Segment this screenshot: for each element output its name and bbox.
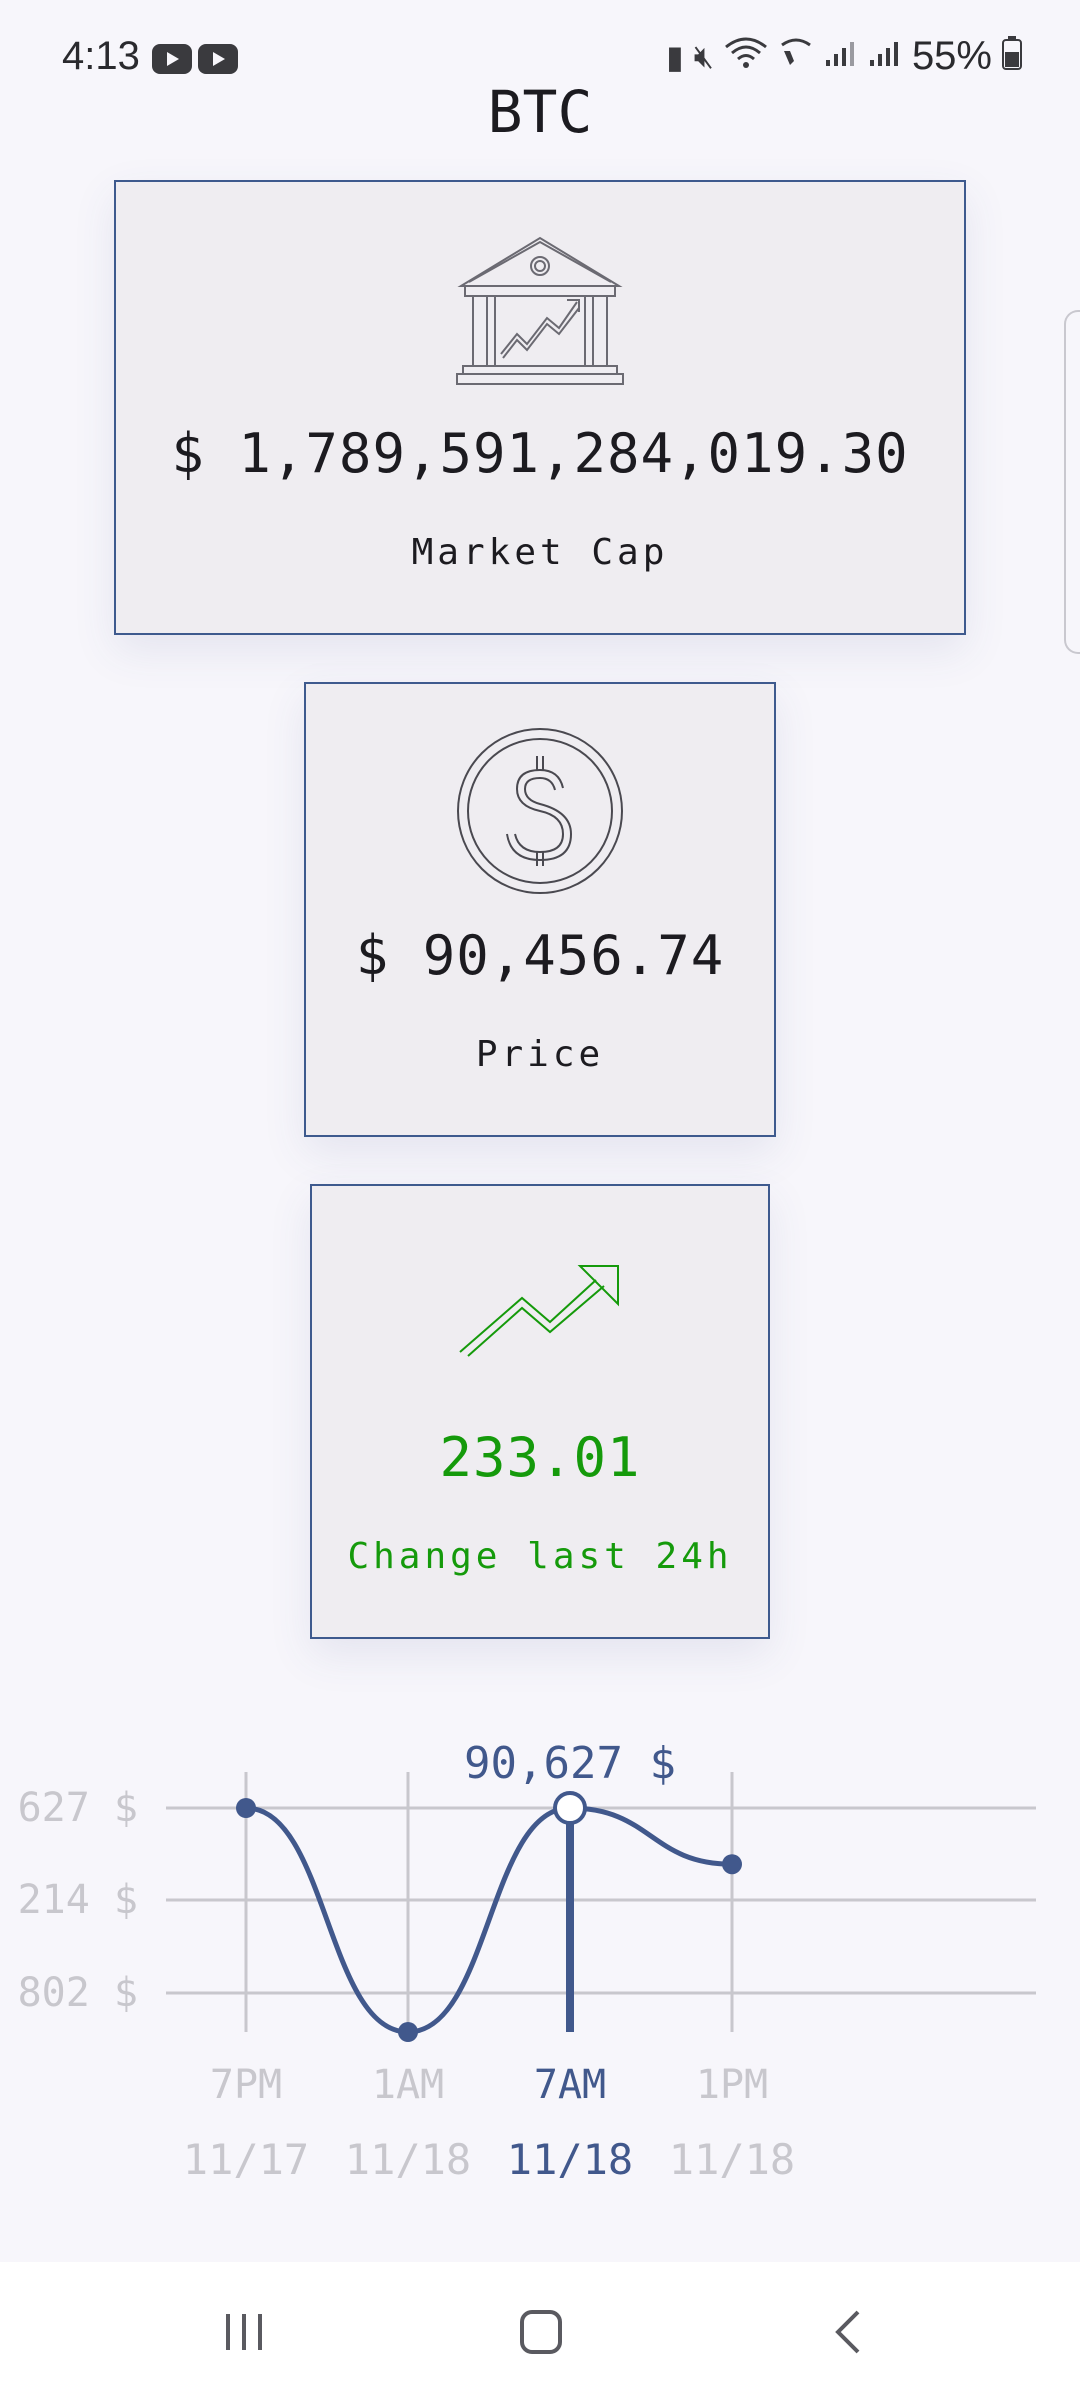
- x-tick-time-label: 7PM: [210, 2062, 282, 2108]
- recent-apps-icon[interactable]: [214, 2302, 274, 2362]
- x-tick-time-label: 1AM: [372, 2062, 444, 2108]
- battery-icon: [1002, 35, 1022, 78]
- x-tick-time-label: 1PM: [696, 2062, 768, 2108]
- youtube-notification-icon: [198, 44, 238, 74]
- bank-chart-icon: [456, 236, 624, 385]
- selected-value-label: 90,627 $: [464, 1738, 676, 1789]
- trending-up-icon: [459, 1265, 619, 1357]
- battery-percent: 55%: [911, 34, 992, 78]
- price-card: $ 90,456.74 Price: [304, 682, 776, 1137]
- price-value: $ 90,456.74: [355, 924, 725, 987]
- change-card: 233.01 Change last 24h: [310, 1184, 770, 1639]
- page-title: BTC: [487, 78, 593, 146]
- market-cap-label: Market Cap: [411, 532, 669, 573]
- market-cap-value: $ 1,789,591,284,019.30: [171, 422, 909, 485]
- youtube-notification-icon: [152, 44, 192, 74]
- selected-data-point: [553, 1791, 587, 1825]
- edge-panel-handle[interactable]: [1064, 310, 1080, 654]
- wifi-icon: [724, 37, 768, 77]
- x-tick-date-label: 11/18: [507, 2135, 633, 2184]
- signal-icon: [824, 38, 858, 76]
- back-icon[interactable]: [820, 2302, 880, 2362]
- change-value: 233.01: [439, 1426, 641, 1489]
- data-point: [236, 1798, 256, 1818]
- x-tick-time-label: 7AM: [534, 2062, 606, 2108]
- y-tick-label: 214 $: [18, 1877, 138, 1923]
- market-cap-card: $ 1,789,591,284,019.30 Market Cap: [114, 180, 966, 635]
- data-point: [722, 1854, 742, 1875]
- price-label: Price: [475, 1034, 605, 1075]
- status-time: 4:13: [62, 34, 140, 78]
- y-tick-label: 627 $: [18, 1785, 138, 1831]
- mute-icon: 🔇︎: [693, 37, 714, 74]
- x-tick-date-label: 11/18: [345, 2135, 471, 2184]
- x-tick-date-label: 11/17: [183, 2135, 309, 2184]
- change-label: Change last 24h: [347, 1536, 733, 1577]
- home-icon[interactable]: [510, 2302, 570, 2362]
- price-chart-svg[interactable]: 627 $ 214 $ 802 $ 90,627 $ 7PM 11/17 1AM 11/18 7…: [0, 1680, 1080, 2200]
- y-tick-label: 802 $: [18, 1970, 138, 2016]
- wifi-calling-icon: [778, 37, 814, 77]
- status-icons: ▮ 🔇︎ 55%: [666, 34, 1022, 79]
- price-line: [245, 1805, 733, 2035]
- data-point: [398, 2022, 418, 2042]
- dollar-coin-icon: [457, 728, 623, 894]
- x-tick-date-label: 11/18: [669, 2135, 795, 2184]
- battery-saver-icon: ▮: [666, 38, 684, 75]
- price-chart[interactable]: 627 $ 214 $ 802 $ 90,627 $ 7PM 11/17 1AM 11/18 7…: [0, 1680, 1080, 2200]
- navigation-bar: [0, 2262, 1080, 2400]
- signal-icon: [868, 38, 902, 76]
